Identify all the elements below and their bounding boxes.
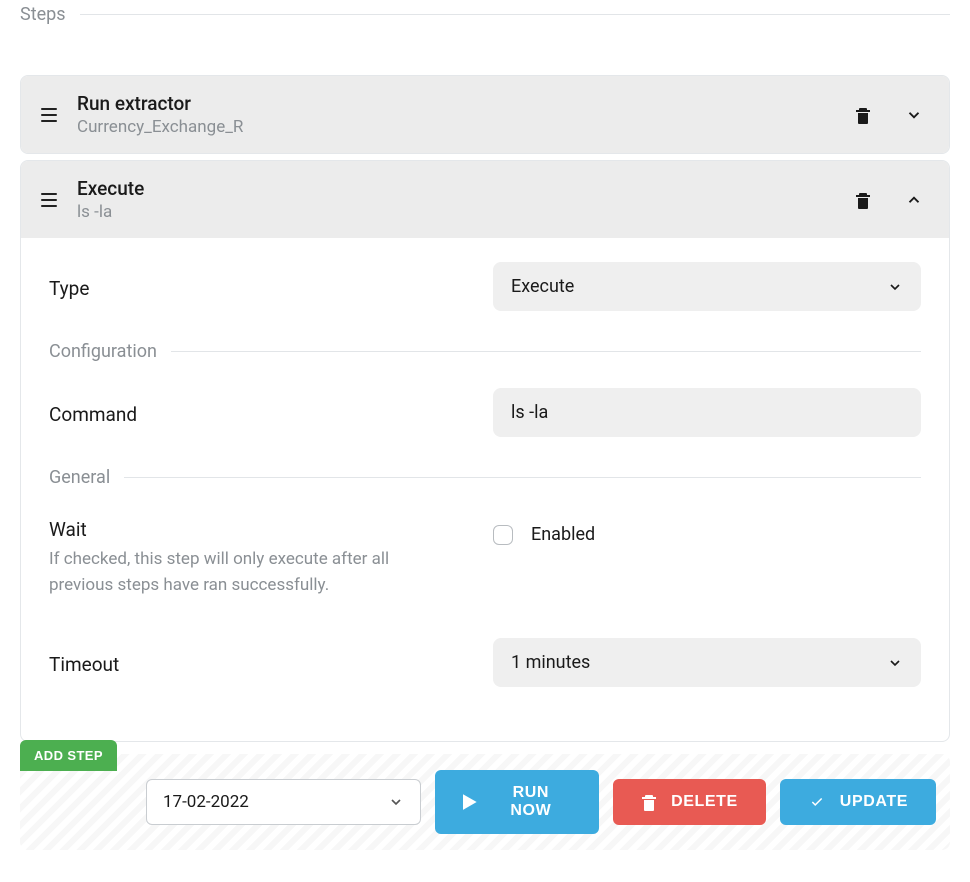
timeout-select[interactable]: 1 minutes [493,638,921,687]
wait-hint: If checked, this step will only execute … [49,547,429,598]
footer-bar: 17-02-2022 RUN NOW DELETE UPDATE [20,754,950,850]
chevron-up-icon [905,191,923,209]
update-label: UPDATE [840,793,908,811]
timeout-label: Timeout [49,653,469,676]
type-row: Type Execute [49,262,921,311]
divider [80,14,950,15]
step-card: Run extractor Currency_Exchange_R [20,75,950,154]
date-picker[interactable]: 17-02-2022 [146,779,421,825]
play-icon [463,794,477,810]
chevron-down-icon [887,655,903,671]
step-title-block: Run extractor Currency_Exchange_R [77,92,833,137]
wait-enabled-checkbox[interactable] [493,525,513,545]
trash-icon [855,106,871,124]
step-actions [851,187,927,213]
command-label: Command [49,403,469,426]
command-input[interactable]: ls -la [493,388,921,437]
type-select-value: Execute [511,276,574,297]
run-now-label: RUN NOW [491,784,571,820]
step-card: Execute ls -la Type Execute [20,160,950,742]
type-select[interactable]: Execute [493,262,921,311]
delete-label: DELETE [671,793,738,811]
steps-list: Run extractor Currency_Exchange_R Execut… [20,75,950,742]
add-step-label: ADD STEP [34,748,103,763]
chevron-down-icon [388,794,404,810]
chevron-down-icon [887,279,903,295]
step-subtitle: Currency_Exchange_R [77,117,833,137]
delete-step-button[interactable] [851,102,875,128]
wait-enabled-label: Enabled [531,524,595,545]
general-label: General [49,467,110,488]
step-subtitle: ls -la [77,202,833,222]
drag-handle-icon[interactable] [41,108,59,122]
step-title: Execute [77,177,833,200]
step-actions [851,102,927,128]
delete-step-button[interactable] [851,187,875,213]
date-value: 17-02-2022 [163,792,249,812]
configuration-label: Configuration [49,341,157,362]
command-row: Command ls -la [49,388,921,437]
timeout-select-value: 1 minutes [511,652,590,673]
run-now-button[interactable]: RUN NOW [435,770,599,834]
general-subheading: General [49,467,921,488]
step-body: Type Execute Configuration Command [21,238,949,741]
divider [171,351,921,352]
step-title-block: Execute ls -la [77,177,833,222]
type-label: Type [49,277,469,300]
divider [124,477,921,478]
command-value: ls -la [511,402,548,423]
trash-icon [641,793,657,811]
expand-step-button[interactable] [901,102,927,128]
footer: ADD STEP 17-02-2022 RUN NOW DELETE UPDAT… [20,754,950,850]
update-button[interactable]: UPDATE [780,779,936,825]
drag-handle-icon[interactable] [41,193,59,207]
configuration-subheading: Configuration [49,341,921,362]
trash-icon [855,191,871,209]
delete-button[interactable]: DELETE [613,779,766,825]
wait-row: Wait If checked, this step will only exe… [49,514,921,598]
step-header[interactable]: Execute ls -la [21,161,949,238]
collapse-step-button[interactable] [901,187,927,213]
add-step-button[interactable]: ADD STEP [20,740,117,771]
step-header[interactable]: Run extractor Currency_Exchange_R [21,76,949,153]
steps-label: Steps [20,4,66,25]
wait-label: Wait [49,518,469,541]
chevron-down-icon [905,106,923,124]
check-icon [808,795,826,809]
step-title: Run extractor [77,92,833,115]
steps-section-heading: Steps [20,4,950,25]
timeout-row: Timeout 1 minutes [49,638,921,687]
